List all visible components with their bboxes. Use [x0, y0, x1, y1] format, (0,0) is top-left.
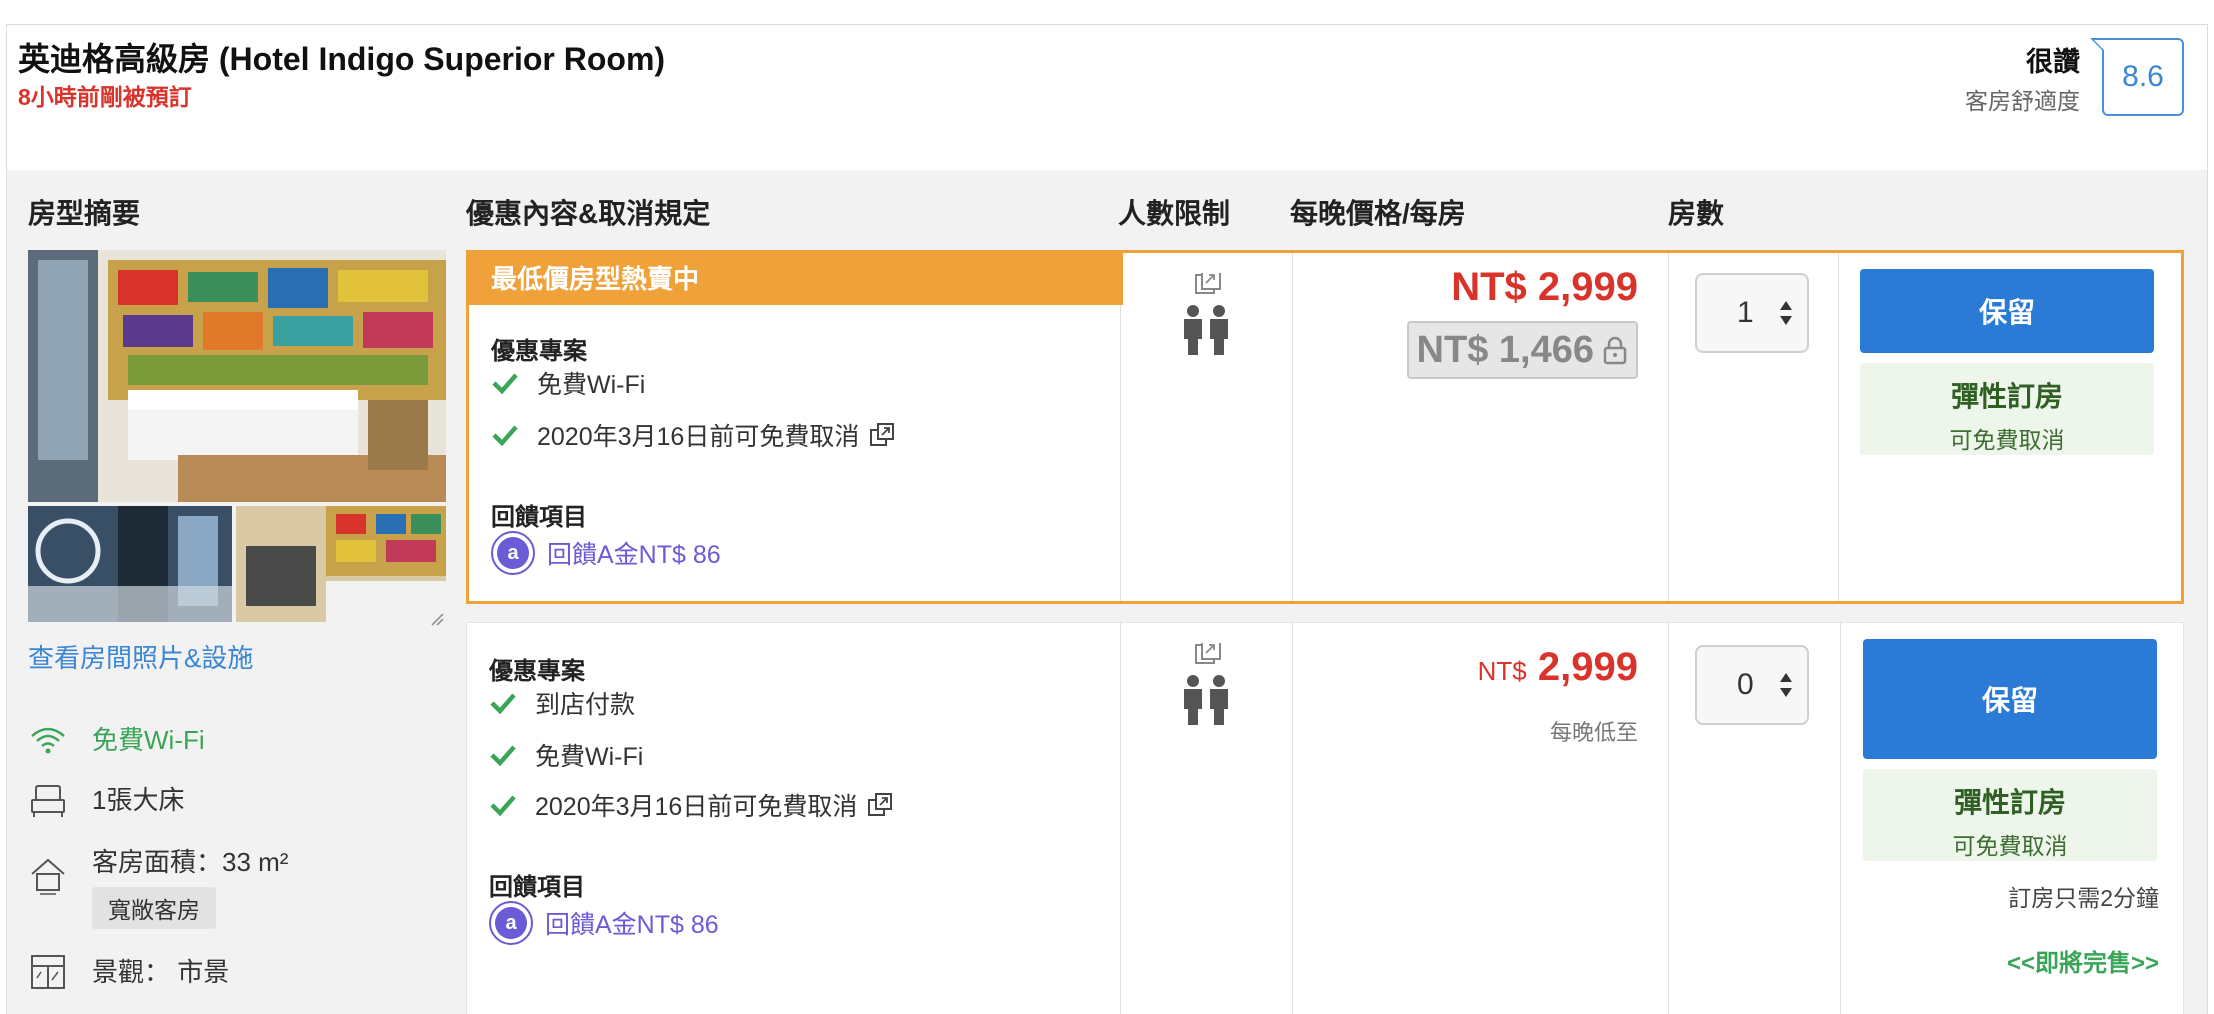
offer-row-2: 優惠專案 到店付款 免費Wi-Fi 2020年3月16日前可免費取消 回饋項目 … [466, 622, 2184, 1014]
divider [1120, 253, 1121, 601]
feature-item: 免費Wi-Fi [491, 365, 645, 401]
feature-item: 2020年3月16日前可免費取消 [491, 417, 895, 453]
feature-label: 到店付款 [535, 691, 636, 719]
select-arrows-icon [1780, 673, 1792, 697]
deal-title: 優惠專案 [491, 338, 587, 365]
feature-item: 到店付款 [489, 685, 635, 721]
bed-icon [31, 785, 65, 817]
divider [1292, 253, 1293, 601]
reward-item: a 回饋A金NT$ 86 [489, 901, 719, 945]
recent-booking-notice: 8小時前剛被預訂 [18, 84, 192, 110]
flexible-booking-box: 彈性訂房 可免費取消 [1860, 363, 2154, 455]
two-guests-icon [1184, 273, 1228, 355]
column-header-price: 每晚價格/每房 [1290, 198, 1466, 229]
flexible-booking-title: 彈性訂房 [1950, 381, 2063, 412]
member-price-locked[interactable]: NT$ 1,466 [1406, 321, 1638, 379]
rating-score-badge: 8.6 [2090, 38, 2184, 116]
amenity-label: 客房面積：33 m² [92, 847, 289, 877]
amenity-label: 1張大床 [92, 785, 185, 815]
column-header-rooms: 房數 [1668, 198, 1725, 229]
room-quantity-select[interactable]: 1 [1695, 273, 1809, 353]
column-header-summary: 房型摘要 [28, 198, 141, 229]
reward-item: a 回饋A金NT$ 86 [491, 531, 721, 575]
room-photo-bathroom[interactable] [28, 506, 232, 622]
flexible-booking-box: 彈性訂房 可免費取消 [1863, 769, 2157, 861]
price: NT$ 2,999 [1478, 645, 1638, 690]
two-guests-icon [1184, 643, 1228, 725]
reward-title: 回饋項目 [489, 874, 585, 901]
amenity-label: 免費Wi-Fi [92, 725, 205, 755]
check-icon [492, 425, 518, 447]
amenity-room-size: 客房面積：33 m² 寬敞客房 [28, 842, 288, 929]
divider [1668, 623, 1669, 1014]
select-arrows-icon [1780, 301, 1792, 325]
amenity-wifi: 免費Wi-Fi [28, 720, 205, 760]
divider [1120, 623, 1121, 1014]
reward-label: 回饋A金NT$ 86 [547, 541, 721, 569]
quantity-value: 0 [1737, 668, 1754, 701]
a-coin-icon: a [489, 901, 533, 945]
divider [1292, 623, 1293, 1014]
lock-icon [1603, 336, 1627, 365]
feature-item: 2020年3月16日前可免費取消 [489, 787, 893, 823]
window-view-icon [31, 955, 65, 989]
reward-title: 回饋項目 [491, 504, 587, 531]
check-icon [490, 693, 516, 715]
spacious-room-tag: 寬敞客房 [92, 887, 216, 929]
resize-handle-icon [431, 613, 444, 626]
booking-time-note: 訂房只需2分鐘 [2008, 885, 2159, 911]
rating-category: 客房舒適度 [1965, 88, 2080, 114]
keep-room-button[interactable]: 保留 [1860, 269, 2154, 353]
feature-item: 免費Wi-Fi [489, 737, 643, 773]
amenity-view: 景觀： 市景 [28, 952, 229, 992]
wifi-icon [31, 727, 65, 754]
feature-label: 2020年3月16日前可免費取消 [537, 423, 860, 451]
price-currency: NT$ [1477, 656, 1527, 686]
external-link-icon[interactable] [869, 422, 895, 448]
selling-out-notice: <<即將完售>> [2006, 950, 2159, 977]
feature-label: 2020年3月16日前可免費取消 [535, 793, 858, 821]
rating-word: 很讚 [2026, 47, 2080, 77]
offer-row-1: 最低價房型熱賣中 優惠專案 免費Wi-Fi 2020年3月16日前可免費取消 回… [466, 250, 2184, 604]
flexible-booking-title: 彈性訂房 [1953, 787, 2066, 818]
deal-title: 優惠專案 [489, 658, 585, 685]
lowest-price-banner: 最低價房型熱賣中 [469, 253, 1123, 305]
member-price: NT$ 1,466 [1416, 328, 1594, 371]
room-quantity-select[interactable]: 0 [1695, 645, 1809, 725]
room-title: 英迪格高級房 (Hotel Indigo Superior Room) [18, 41, 666, 77]
original-price: NT$ 2,999 [1451, 265, 1638, 309]
column-header-offers: 優惠內容&取消規定 [466, 198, 711, 229]
room-photo-main[interactable] [28, 250, 446, 502]
room-photo-interior[interactable] [236, 506, 446, 622]
amenity-bed: 1張大床 [28, 780, 184, 820]
check-icon [492, 373, 518, 395]
free-cancel-label: 可免費取消 [1952, 833, 2068, 859]
free-cancel-label: 可免費取消 [1949, 427, 2065, 453]
external-link-icon[interactable] [867, 792, 893, 818]
column-header-occupancy: 人數限制 [1118, 198, 1231, 229]
view-photos-link[interactable]: 查看房間照片&設施 [28, 638, 253, 675]
room-size-icon [31, 858, 65, 895]
reward-label: 回饋A金NT$ 86 [545, 911, 719, 939]
feature-label: 免費Wi-Fi [537, 371, 646, 399]
quantity-value: 1 [1737, 296, 1754, 329]
divider [1668, 253, 1669, 601]
check-icon [490, 745, 516, 767]
divider [1840, 623, 1841, 1014]
keep-room-button[interactable]: 保留 [1863, 639, 2157, 759]
price-amount: 2,999 [1537, 645, 1638, 689]
feature-label: 免費Wi-Fi [535, 743, 644, 771]
divider [1838, 253, 1839, 601]
amenity-label: 景觀： 市景 [92, 957, 230, 987]
check-icon [490, 795, 516, 817]
price-note: 每晚低至 [1549, 720, 1638, 745]
a-coin-icon: a [491, 531, 535, 575]
